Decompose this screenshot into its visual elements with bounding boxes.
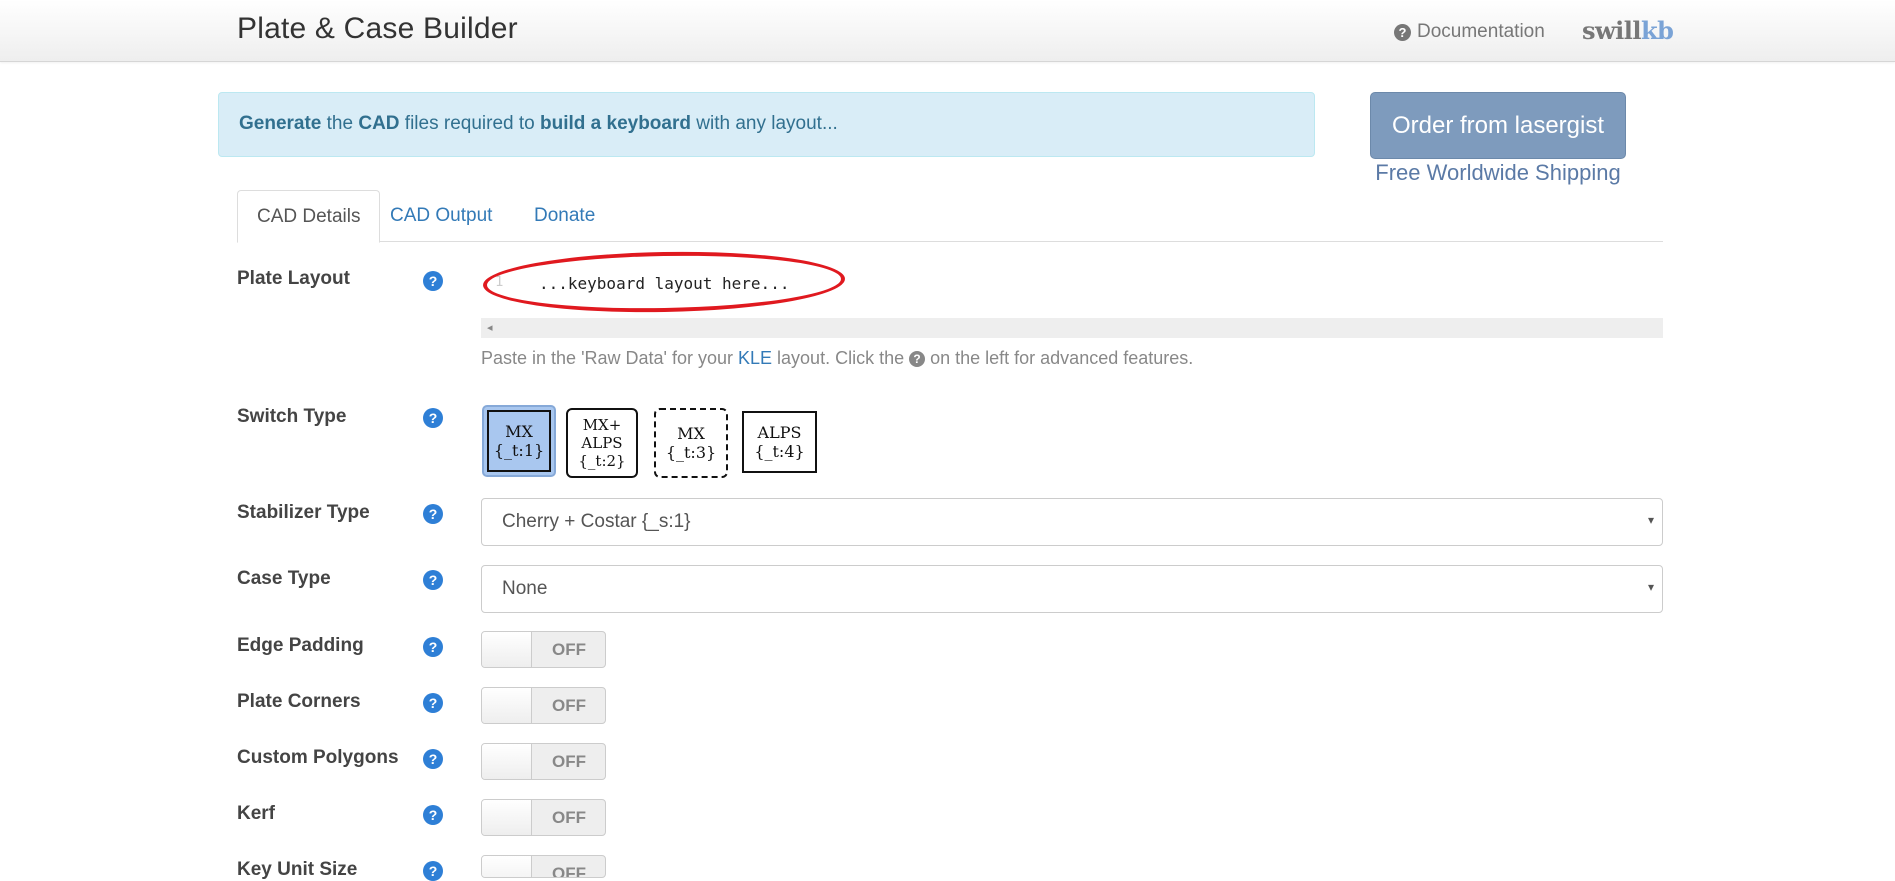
tab-bar: CAD Details CAD Output Donate xyxy=(237,190,1663,243)
switch-type-help-icon[interactable]: ? xyxy=(423,408,443,428)
question-circle-icon: ? xyxy=(1394,23,1411,41)
case-type-select[interactable]: None ▾ xyxy=(481,565,1663,613)
custom-polygons-toggle[interactable]: OFF xyxy=(481,743,606,780)
plate-layout-help-text: Paste in the 'Raw Data' for your KLE lay… xyxy=(481,348,1194,369)
shipping-note: Free Worldwide Shipping xyxy=(1375,160,1621,185)
key-unit-size-help-icon[interactable]: ? xyxy=(423,861,443,881)
case-type-label: Case Type xyxy=(237,568,331,589)
tab-cad-details[interactable]: CAD Details xyxy=(237,190,381,243)
edge-padding-help-icon[interactable]: ? xyxy=(423,637,443,657)
swillkb-logo[interactable]: swillkb xyxy=(1582,16,1674,45)
documentation-label: Documentation xyxy=(1417,21,1545,42)
stabilizer-type-help-icon[interactable]: ? xyxy=(423,504,443,524)
order-button[interactable]: Order from lasergist xyxy=(1370,92,1626,159)
custom-polygons-help-icon[interactable]: ? xyxy=(423,749,443,769)
plate-layout-help-icon[interactable]: ? xyxy=(423,271,443,291)
editor-horizontal-scrollbar[interactable]: ◂ xyxy=(481,318,1663,338)
plate-corners-toggle[interactable]: OFF xyxy=(481,687,606,724)
switch-type-mx-3[interactable]: MX {_t:3} xyxy=(654,408,728,478)
edge-padding-toggle[interactable]: OFF xyxy=(481,631,606,668)
kerf-help-icon[interactable]: ? xyxy=(423,805,443,825)
chevron-down-icon: ▾ xyxy=(1647,580,1654,594)
red-annotation-circle xyxy=(482,248,846,316)
plate-corners-label: Plate Corners xyxy=(237,691,361,712)
plate-corners-help-icon[interactable]: ? xyxy=(423,693,443,713)
stabilizer-type-select[interactable]: Cherry + Costar {_s:1} ▾ xyxy=(481,498,1663,546)
plate-layout-label: Plate Layout xyxy=(237,268,350,289)
custom-polygons-label: Custom Polygons xyxy=(237,747,399,768)
chevron-down-icon: ▾ xyxy=(1647,513,1654,527)
key-unit-size-toggle[interactable]: OFF xyxy=(481,855,606,878)
switch-type-alps-4[interactable]: ALPS {_t:4} xyxy=(742,411,817,473)
documentation-link[interactable]: ? Documentation xyxy=(1394,21,1545,43)
stabilizer-type-label: Stabilizer Type xyxy=(237,502,370,523)
question-circle-icon: ? xyxy=(909,350,926,367)
info-banner: Generate the CAD files required to build… xyxy=(218,92,1315,157)
edge-padding-label: Edge Padding xyxy=(237,635,364,656)
kerf-label: Kerf xyxy=(237,803,276,824)
brand-title[interactable]: Plate & Case Builder xyxy=(237,12,518,46)
switch-type-label: Switch Type xyxy=(237,406,347,427)
kerf-toggle[interactable]: OFF xyxy=(481,799,606,836)
tab-cad-output[interactable]: CAD Output xyxy=(371,190,511,242)
tab-donate[interactable]: Donate xyxy=(515,190,614,242)
navbar: Plate & Case Builder ? Documentation swi… xyxy=(0,0,1895,62)
switch-type-mx-1[interactable]: MX {_t:1} xyxy=(482,405,556,477)
case-type-help-icon[interactable]: ? xyxy=(423,570,443,590)
switch-type-mx-alps-2[interactable]: MX+ ALPS {_t:2} xyxy=(566,408,638,478)
kle-link[interactable]: KLE xyxy=(738,348,772,369)
scroll-left-icon[interactable]: ◂ xyxy=(487,321,493,334)
